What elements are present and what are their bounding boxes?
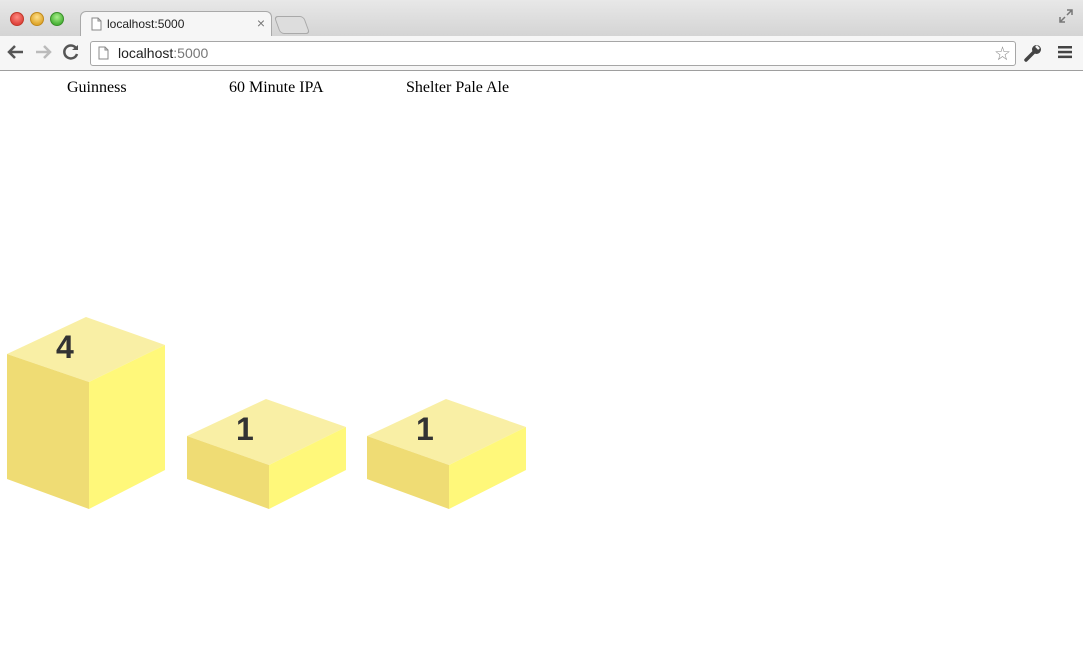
browser-title-bar: localhost:5000 × — [0, 0, 1083, 37]
page-icon — [98, 46, 109, 65]
url-text: localhost:5000 — [118, 45, 209, 61]
fullscreen-icon[interactable] — [1059, 9, 1073, 28]
tab-localhost[interactable]: localhost:5000 × — [80, 11, 272, 37]
menu-icon[interactable] — [1058, 45, 1072, 64]
bookmark-star-icon[interactable]: ☆ — [994, 43, 1011, 66]
new-tab-button[interactable] — [273, 16, 311, 34]
browser-toolbar: localhost:5000 ☆ — [0, 36, 1083, 71]
minimize-window-button[interactable] — [30, 12, 44, 26]
beer-list: Guinness 60 Minute IPA Shelter Pale Ale … — [0, 71, 1083, 647]
close-window-button[interactable] — [10, 12, 24, 26]
forward-arrow-icon[interactable] — [33, 43, 53, 66]
tab-close-icon[interactable]: × — [257, 15, 265, 31]
reload-icon[interactable] — [61, 43, 81, 66]
zoom-window-button[interactable] — [50, 12, 64, 26]
page-icon — [91, 17, 102, 36]
wrench-icon[interactable] — [1024, 44, 1042, 67]
tab-title: localhost:5000 — [107, 17, 185, 31]
beer-count: 1 — [416, 411, 434, 447]
back-arrow-icon[interactable] — [6, 43, 26, 66]
address-bar[interactable]: localhost:5000 ☆ — [90, 41, 1016, 66]
